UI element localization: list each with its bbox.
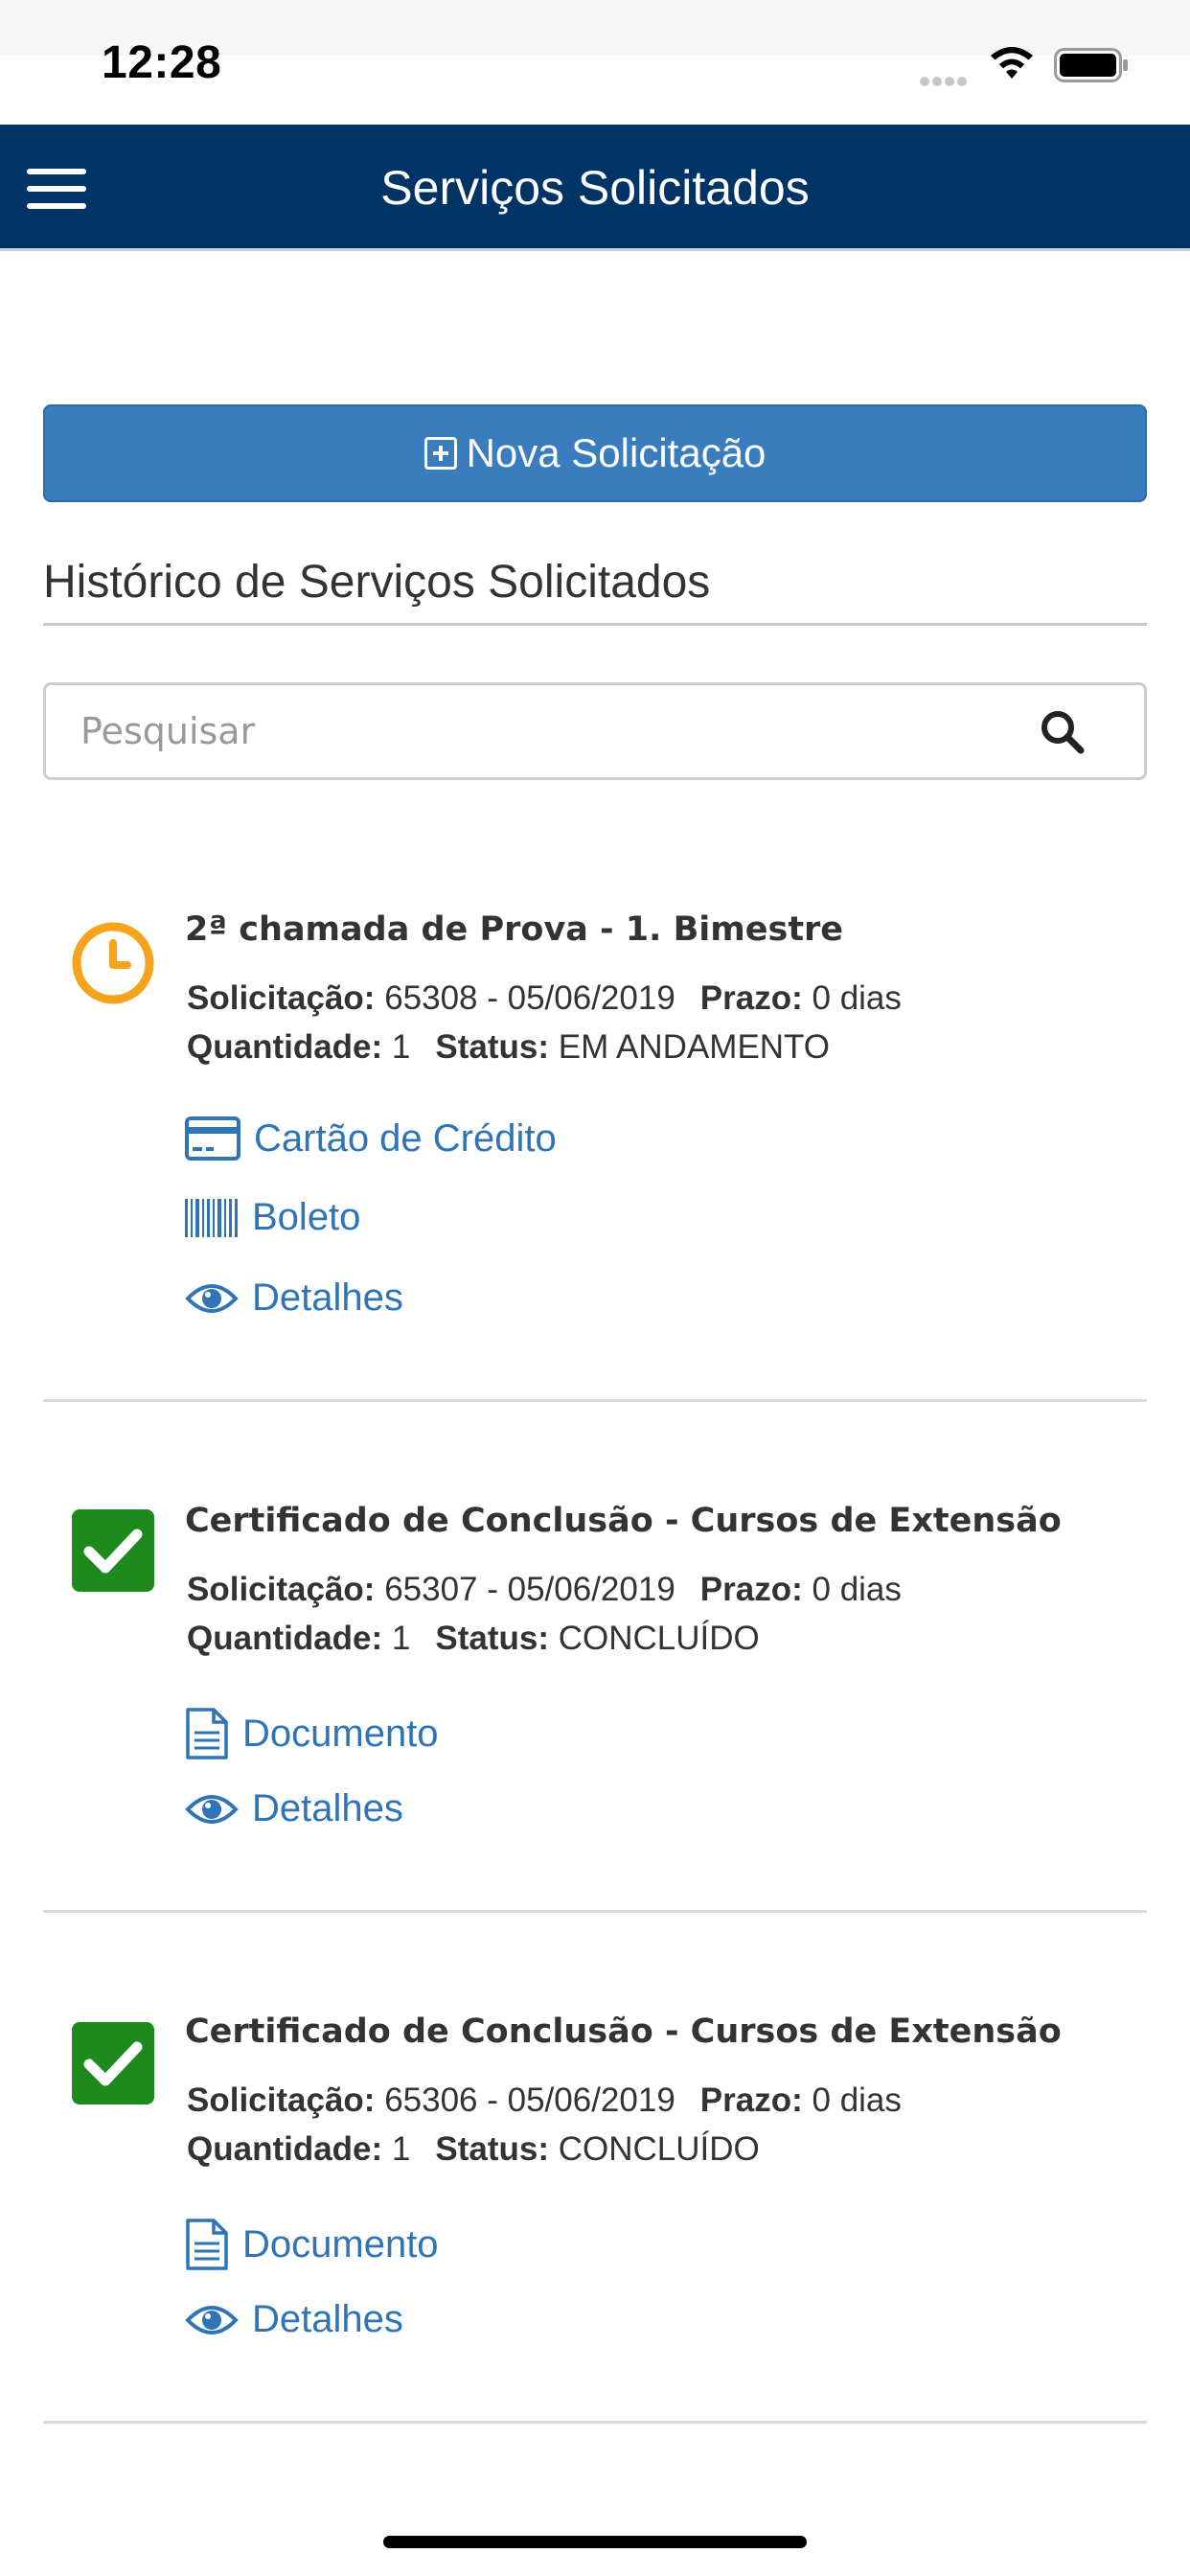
- quantidade-value: 1: [391, 1028, 411, 1066]
- search-icon[interactable]: [1039, 708, 1087, 756]
- details-link[interactable]: Detalhes: [185, 1276, 403, 1320]
- credit-card-label: Cartão de Crédito: [254, 1116, 557, 1160]
- request-meta-line-1: Solicitação: 65307 - 05/06/2019 Prazo: 0 …: [187, 1571, 902, 1609]
- solicitacao-value: 65308 - 05/06/2019: [384, 979, 675, 1017]
- details-link[interactable]: Detalhes: [185, 2298, 403, 2341]
- request-meta-line-2: Quantidade: 1 Status: CONCLUÍDO: [187, 2130, 760, 2169]
- search-input[interactable]: [80, 685, 1019, 777]
- document-link[interactable]: Documento: [185, 2218, 439, 2271]
- eye-icon: [185, 1794, 239, 1824]
- credit-card-icon: [185, 1116, 240, 1161]
- quantidade-value: 1: [391, 1620, 411, 1657]
- barcode-icon: [185, 1198, 238, 1237]
- clock-icon: [72, 922, 154, 1004]
- prazo-value: 0 dias: [812, 1571, 902, 1608]
- request-meta-line-2: Quantidade: 1 Status: EM ANDAMENTO: [187, 1028, 830, 1067]
- new-request-button[interactable]: Nova Solicitação: [43, 404, 1147, 502]
- credit-card-link[interactable]: Cartão de Crédito: [185, 1116, 557, 1162]
- solicitacao-value: 65307 - 05/06/2019: [384, 1571, 675, 1608]
- details-link[interactable]: Detalhes: [185, 1787, 403, 1830]
- new-request-label: Nova Solicitação: [466, 430, 767, 475]
- prazo-value: 0 dias: [812, 979, 902, 1017]
- request-title: Certificado de Conclusão - Cursos de Ext…: [185, 1502, 1062, 1540]
- history-title: Histórico de Serviços Solicitados: [43, 557, 711, 608]
- plus-square-icon: [423, 437, 457, 470]
- prazo-label: Prazo:: [699, 2082, 803, 2119]
- prazo-value: 0 dias: [812, 2082, 902, 2119]
- hamburger-menu-icon[interactable]: [27, 169, 86, 209]
- check-icon: [72, 2022, 154, 2104]
- document-icon: [186, 1708, 228, 1760]
- history-divider: [43, 623, 1147, 626]
- quantidade-label: Quantidade:: [187, 1028, 383, 1066]
- cellular-signal-icon: [920, 74, 973, 86]
- wifi-icon: [991, 47, 1033, 79]
- solicitacao-value: 65306 - 05/06/2019: [384, 2082, 675, 2119]
- quantidade-value: 1: [391, 2130, 411, 2168]
- home-indicator[interactable]: [383, 2536, 807, 2548]
- page-title: Serviços Solicitados: [380, 161, 810, 215]
- request-title: Certificado de Conclusão - Cursos de Ext…: [185, 2012, 1062, 2051]
- quantidade-label: Quantidade:: [187, 1620, 383, 1657]
- boleto-link[interactable]: Boleto: [185, 1196, 360, 1239]
- document-label: Documento: [242, 2222, 439, 2266]
- solicitacao-label: Solicitação:: [187, 979, 376, 1017]
- document-link[interactable]: Documento: [185, 1707, 439, 1760]
- eye-icon: [185, 2305, 239, 2334]
- status-value: CONCLUÍDO: [558, 2130, 760, 2168]
- request-item: Certificado de Conclusão - Cursos de Ext…: [43, 1402, 1147, 1913]
- boleto-label: Boleto: [252, 1196, 361, 1238]
- details-label: Detalhes: [252, 2298, 403, 2340]
- request-item: Certificado de Conclusão - Cursos de Ext…: [43, 1913, 1147, 2424]
- quantidade-label: Quantidade:: [187, 2130, 383, 2168]
- request-item: 2ª chamada de Prova - 1. Bimestre Solici…: [43, 862, 1147, 1402]
- details-label: Detalhes: [252, 1787, 403, 1829]
- app-header: Serviços Solicitados: [0, 125, 1190, 251]
- status-label: Status:: [435, 1028, 550, 1066]
- status-value: EM ANDAMENTO: [558, 1028, 831, 1066]
- battery-icon: [1054, 48, 1128, 82]
- request-meta-line-2: Quantidade: 1 Status: CONCLUÍDO: [187, 1620, 760, 1658]
- status-time: 12:28: [102, 37, 222, 88]
- details-label: Detalhes: [252, 1276, 403, 1319]
- eye-icon: [185, 1283, 239, 1313]
- status-bar: 12:28: [0, 0, 1190, 125]
- document-label: Documento: [242, 1712, 439, 1755]
- request-title: 2ª chamada de Prova - 1. Bimestre: [185, 910, 844, 949]
- status-label: Status:: [435, 1620, 550, 1657]
- search-box: [43, 682, 1147, 780]
- solicitacao-label: Solicitação:: [187, 2082, 376, 2119]
- request-meta-line-1: Solicitação: 65306 - 05/06/2019 Prazo: 0 …: [187, 2082, 902, 2120]
- check-icon: [72, 1509, 154, 1592]
- solicitacao-label: Solicitação:: [187, 1571, 376, 1608]
- prazo-label: Prazo:: [699, 979, 803, 1017]
- document-icon: [186, 2219, 228, 2270]
- status-value: CONCLUÍDO: [558, 1620, 760, 1657]
- request-meta-line-1: Solicitação: 65308 - 05/06/2019 Prazo: 0 …: [187, 979, 902, 1018]
- status-label: Status:: [435, 2130, 550, 2168]
- prazo-label: Prazo:: [699, 1571, 803, 1608]
